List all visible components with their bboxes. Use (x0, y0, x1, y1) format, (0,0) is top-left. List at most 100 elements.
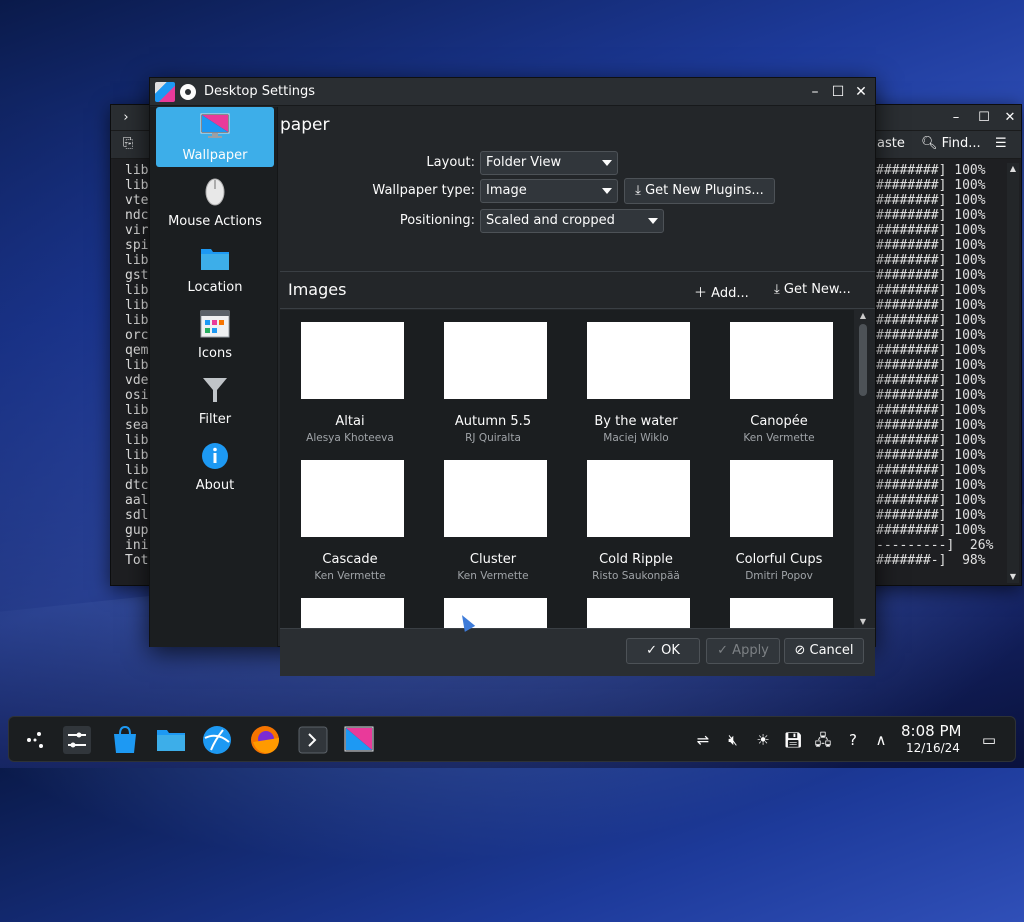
clock-time[interactable]: 8:08 PM (901, 722, 961, 740)
pin-icon[interactable] (180, 84, 196, 100)
terminal-progress-line: ########] 100% (876, 193, 986, 208)
add-button[interactable]: ＋ Add... (694, 282, 749, 301)
minimize-icon[interactable]: – (947, 109, 965, 127)
maximize-icon[interactable]: ☐ (975, 109, 993, 127)
sidebar-item-about[interactable]: About (156, 437, 274, 497)
apply-button[interactable]: ✓ Apply (706, 638, 780, 664)
wallpaper-thumbnail[interactable]: By the water Maciej Wiklo (566, 310, 706, 444)
maximize-icon[interactable]: ☐ (829, 83, 847, 101)
layout-label: Layout: (426, 155, 475, 170)
terminal-icon[interactable] (297, 724, 329, 756)
system-settings-icon[interactable] (61, 724, 93, 756)
sidebar-item-icons[interactable]: Icons (156, 305, 274, 365)
show-desktop-icon[interactable]: ▭ (979, 730, 999, 750)
images-header: Images ＋ Add... ⤓ Get New... (280, 271, 875, 309)
file-manager-icon[interactable] (155, 724, 187, 756)
wallpaper-thumbnail[interactable] (280, 586, 420, 628)
terminal-progress-line: #######-] 98% (876, 553, 986, 568)
get-new-button[interactable]: ⤓ Get New... (774, 282, 851, 297)
desktop-settings-dialog[interactable]: Desktop Settings – ☐ ✕ Wallpaper Mouse A… (149, 77, 876, 676)
sidebar-item-location[interactable]: Location (156, 239, 274, 299)
check-icon: ✓ (717, 643, 729, 658)
paste-button[interactable]: aste (877, 136, 905, 151)
layout-combobox[interactable]: Folder View (480, 151, 618, 175)
dialog-title: Desktop Settings (204, 84, 316, 99)
wallpaper-thumbnail[interactable]: Canopée Ken Vermette (709, 310, 849, 444)
scroll-down-icon[interactable]: ▼ (1007, 571, 1019, 583)
scroll-up-icon[interactable]: ▲ (1007, 163, 1019, 175)
wallpaper-author: RJ Quiralta (465, 432, 521, 444)
wallpaper-thumbnail[interactable]: Cascade Ken Vermette (280, 448, 420, 582)
sidebar-item-wallpaper[interactable]: Wallpaper (156, 107, 274, 167)
kde-connect-icon[interactable]: ⇌ (693, 730, 713, 750)
scroll-down-icon[interactable]: ▼ (856, 616, 870, 628)
wallpaper-preview (730, 460, 833, 537)
tray-expand-icon[interactable]: ∧ (871, 730, 891, 750)
terminal-progress-line: ########] 100% (876, 208, 986, 223)
close-icon[interactable]: ✕ (852, 83, 870, 101)
wallpaper-grid-scrollbar[interactable]: ▲ ▼ (856, 310, 870, 628)
wallpaper-thumbnail[interactable]: Autumn 5.5 RJ Quiralta (423, 310, 563, 444)
get-new-plugins-button[interactable]: ⤓ Get New Plugins... (624, 178, 775, 204)
wallpaper-thumbnail[interactable]: Colorful Cups Dmitri Popov (709, 448, 849, 582)
plus-icon: ＋ (694, 286, 708, 301)
plasma-app-icon (155, 82, 175, 102)
network-icon[interactable]: 🖧︎ (813, 730, 833, 750)
wallpaper-preview (730, 322, 833, 399)
wallpaper-thumbnail[interactable] (566, 586, 706, 628)
terminal-progress-line: ########] 100% (876, 163, 986, 178)
volume-muted-icon[interactable]: 🔇︎ (723, 730, 743, 750)
firefox-icon[interactable] (249, 724, 281, 756)
browser-globe-icon[interactable] (201, 724, 233, 756)
find-button[interactable]: 🔍︎ Find... (921, 136, 981, 151)
brightness-icon[interactable]: ☀ (753, 730, 773, 750)
settings-main-panel: paper Layout: Folder View Wallpaper type… (278, 107, 875, 676)
sidebar-item-mouse-actions[interactable]: Mouse Actions (156, 173, 274, 233)
wallpaper-thumbnail[interactable] (423, 586, 563, 628)
sidebar-label: Mouse Actions (168, 214, 262, 229)
wallpaper-thumbnail[interactable]: Cold Ripple Risto Saukonpää (566, 448, 706, 582)
wallpaper-type-value: Image (486, 183, 527, 198)
app-launcher-icon[interactable] (19, 724, 51, 756)
sidebar-item-filter[interactable]: Filter (156, 371, 274, 431)
wallpaper-thumbnail[interactable]: Cluster Ken Vermette (423, 448, 563, 582)
scrollbar-handle[interactable] (859, 324, 867, 396)
terminal-progress-line: ########] 100% (876, 223, 986, 238)
desktop-settings-task-icon[interactable] (343, 724, 375, 756)
terminal-scrollbar[interactable]: ▲ ▼ (1007, 163, 1019, 583)
terminal-progress-line: ########] 100% (876, 358, 986, 373)
wallpaper-thumbnail[interactable] (709, 586, 849, 628)
terminal-progress-line: ########] 100% (876, 298, 986, 313)
terminal-progress-line: ########] 100% (876, 388, 986, 403)
wallpaper-preview (587, 322, 690, 399)
terminal-progress-line: ########] 100% (876, 418, 986, 433)
wallpaper-preview (301, 598, 404, 628)
wallpaper-author: Risto Saukonpää (592, 570, 680, 582)
cancel-button[interactable]: ⊘ Cancel (784, 638, 864, 664)
download-icon: ⤓ (635, 183, 641, 198)
new-tab-icon[interactable]: ⎘ (123, 136, 133, 151)
terminal-progress-line: ########] 100% (876, 313, 986, 328)
terminal-progress-line: ########] 100% (876, 433, 986, 448)
wallpaper-name: Colorful Cups (735, 552, 823, 567)
wallpaper-thumbnail[interactable]: Altai Alesya Khoteeva (280, 310, 420, 444)
close-icon[interactable]: ✕ (1001, 109, 1019, 127)
wallpaper-type-label: Wallpaper type: (372, 183, 475, 198)
storage-icon[interactable]: 💾︎ (783, 730, 803, 750)
wallpaper-author: Alesya Khoteeva (306, 432, 394, 444)
positioning-combobox[interactable]: Scaled and cropped (480, 209, 664, 233)
wallpaper-name: Altai (335, 414, 365, 429)
hamburger-menu-icon[interactable]: ☰ (995, 136, 1007, 151)
dialog-titlebar[interactable]: Desktop Settings – ☐ ✕ (150, 78, 875, 106)
chevron-down-icon (602, 160, 612, 166)
wallpaper-name: Cascade (322, 552, 378, 567)
minimize-icon[interactable]: – (806, 83, 824, 101)
scroll-up-icon[interactable]: ▲ (856, 310, 870, 322)
clock-date[interactable]: 12/16/24 (906, 741, 960, 755)
wallpaper-type-combobox[interactable]: Image (480, 179, 618, 203)
help-icon[interactable]: ? (843, 730, 863, 750)
ok-button[interactable]: ✓ OK (626, 638, 700, 664)
wallpaper-author: Maciej Wiklo (603, 432, 669, 444)
cancel-icon: ⊘ (794, 643, 806, 658)
discover-store-icon[interactable] (109, 724, 141, 756)
